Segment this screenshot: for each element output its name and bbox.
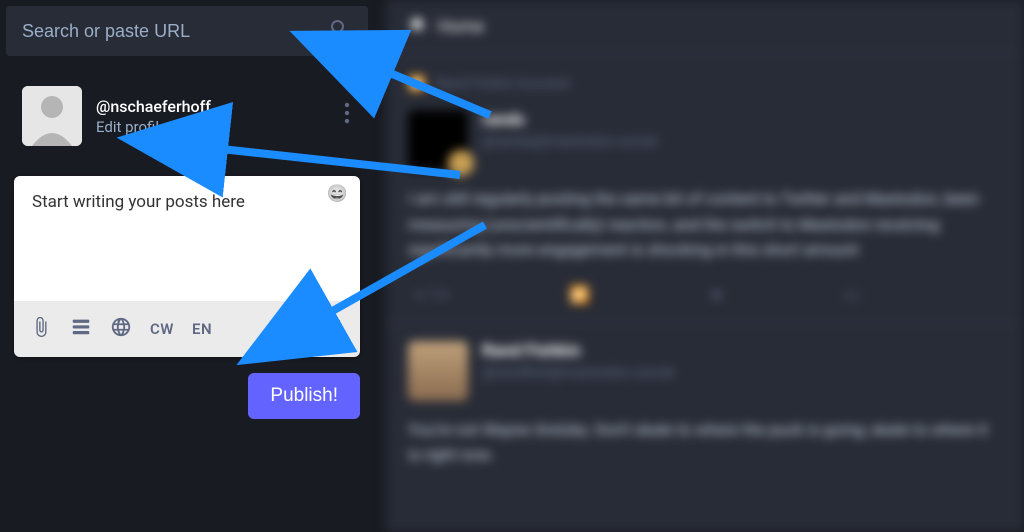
bookmark-icon[interactable]: ▭: [844, 285, 859, 304]
boost-line: 🔁 Rand Fishkin boosted: [386, 54, 1024, 92]
language-button[interactable]: EN: [192, 320, 212, 338]
attach-icon[interactable]: [30, 316, 52, 342]
boost-action-icon[interactable]: 🔁: [569, 285, 589, 304]
reply-icon[interactable]: ↩ 1+: [414, 285, 449, 304]
compose-textarea[interactable]: Start writing your posts here 😄: [14, 176, 360, 301]
compose-placeholder: Start writing your posts here: [32, 192, 245, 212]
avatar[interactable]: [22, 86, 82, 146]
column-header: Home: [386, 0, 1024, 54]
fav-icon[interactable]: ★: [709, 285, 723, 304]
boost-text: Rand Fishkin boosted: [435, 76, 569, 92]
profile-info: @nschaeferhoff Edit profile: [96, 97, 211, 136]
post-avatar[interactable]: [408, 110, 468, 170]
visibility-icon[interactable]: [110, 316, 132, 342]
char-count: 471: [308, 317, 344, 341]
column-label: Home: [438, 17, 484, 37]
timeline-column: Home 🔁 Rand Fishkin boosted rands @rands…: [386, 0, 1024, 532]
post-avatar[interactable]: [408, 341, 468, 401]
compose-toolbar: CW EN 471: [14, 301, 360, 357]
publish-row: Publish!: [14, 373, 360, 419]
search-icon[interactable]: [328, 17, 352, 45]
profile-block: @nschaeferhoff Edit profile: [22, 86, 368, 146]
profile-handle: @nschaeferhoff: [96, 97, 211, 116]
boost-icon: 🔁: [408, 76, 425, 92]
post-actions: ↩ 1+ 🔁 ★ ▭: [414, 285, 1002, 304]
post-acct: @randfish@mastodon.social: [482, 363, 674, 381]
post[interactable]: Rand Fishkin @randfish@mastodon.social Y…: [386, 323, 1024, 468]
post[interactable]: rands @rands@mastodon.social I am still …: [386, 92, 1024, 304]
post-body: I am still regularly posting the same bi…: [408, 186, 1002, 263]
post-display-name: Rand Fishkin: [482, 341, 674, 361]
emoji-picker-icon[interactable]: 😄: [327, 184, 348, 204]
edit-profile-link[interactable]: Edit profile: [96, 118, 211, 136]
home-icon: [408, 15, 426, 38]
post-acct: @rands@mastodon.social: [482, 132, 658, 150]
search-bar[interactable]: [6, 6, 368, 56]
kebab-icon[interactable]: [338, 100, 356, 130]
cw-button[interactable]: CW: [150, 320, 174, 338]
publish-button[interactable]: Publish!: [248, 373, 360, 419]
post-body: You're not Wayne Gretzky. Don't skate to…: [408, 417, 1002, 468]
compose-sidebar: @nschaeferhoff Edit profile Start writin…: [0, 0, 374, 532]
search-input[interactable]: [22, 21, 328, 42]
compose-box: Start writing your posts here 😄 CW EN 47…: [14, 176, 360, 357]
poll-icon[interactable]: [70, 316, 92, 342]
post-display-name: rands: [482, 110, 658, 130]
